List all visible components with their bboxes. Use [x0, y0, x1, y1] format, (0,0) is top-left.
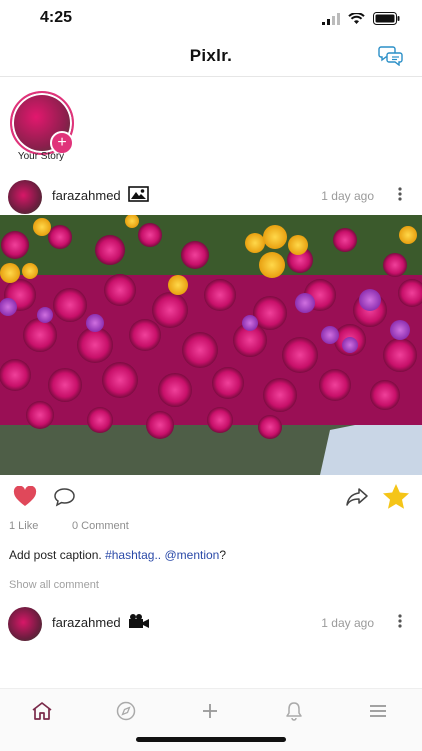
caption-mention[interactable]: @mention [164, 548, 219, 562]
post-caption: Add post caption. #hashtag.. @mention? [9, 548, 226, 562]
nav-bar: Pixlr. [0, 36, 422, 77]
home-indicator [136, 737, 286, 742]
explore-compass-icon [116, 701, 136, 721]
comments-count[interactable]: 0 Comment [72, 520, 129, 532]
status-icons [322, 12, 400, 25]
post-actions [0, 478, 422, 518]
more-options-icon[interactable] [396, 184, 404, 204]
stories-row: + Your Story [0, 77, 422, 173]
your-story-label: Your Story [17, 151, 65, 162]
image-icon [128, 186, 149, 202]
more-options-icon[interactable] [396, 611, 404, 631]
status-bar: 4:25 [0, 0, 422, 36]
avatar[interactable] [8, 607, 42, 641]
likes-count[interactable]: 1 Like [9, 520, 38, 532]
add-icon [203, 704, 217, 718]
signal-icon [322, 12, 340, 25]
show-all-comments-link[interactable]: Show all comment [9, 579, 99, 591]
battery-icon [373, 12, 400, 25]
tab-explore[interactable] [106, 697, 146, 725]
home-icon [32, 702, 52, 720]
app-title: Pixlr. [189, 46, 233, 65]
caption-hashtag[interactable]: #hashtag.. [105, 548, 161, 562]
post-date: 1 day ago [321, 189, 374, 203]
caption-suffix: ? [219, 548, 227, 562]
post-username[interactable]: farazahmed [52, 188, 121, 203]
avatar[interactable] [8, 180, 42, 214]
notifications-bell-icon [286, 702, 302, 721]
star-icon[interactable] [382, 483, 410, 510]
wifi-icon [348, 12, 365, 24]
post-image[interactable] [0, 215, 422, 475]
your-story-button[interactable]: + [10, 91, 74, 155]
status-time: 4:25 [40, 9, 73, 26]
video-camera-icon [129, 614, 149, 628]
tab-add[interactable] [190, 697, 230, 725]
comment-icon[interactable] [53, 487, 76, 507]
post-username[interactable]: farazahmed [52, 615, 121, 630]
post-header: farazahmed 1 day ago [0, 603, 422, 643]
heart-icon[interactable] [13, 486, 37, 508]
tab-home[interactable] [22, 697, 62, 725]
post-date: 1 day ago [321, 616, 374, 630]
flower-photo [0, 215, 422, 475]
share-icon[interactable] [345, 487, 369, 507]
post-header: farazahmed 1 day ago [0, 176, 422, 216]
tab-menu[interactable] [358, 697, 398, 725]
menu-icon [370, 705, 386, 717]
chat-bubbles-icon[interactable] [378, 44, 404, 66]
tab-notifications[interactable] [274, 697, 314, 725]
caption-text: Add post caption. [9, 548, 106, 562]
